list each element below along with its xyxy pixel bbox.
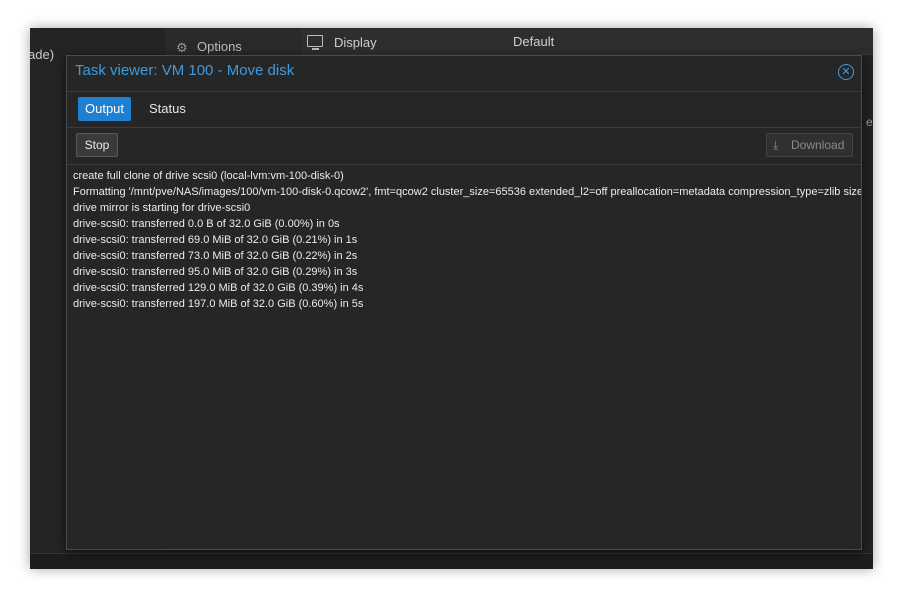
download-button[interactable]: ⤓ Download — [766, 133, 853, 157]
window-title: Task viewer: VM 100 - Move disk — [75, 62, 295, 79]
monitor-icon-stand — [312, 48, 319, 50]
background-display-value: Default — [513, 34, 555, 49]
toolbar: Stop ⤓ Download — [67, 127, 861, 165]
log-line: drive-scsi0: transferred 197.0 MiB of 32… — [73, 298, 364, 310]
log-line: drive-scsi0: transferred 129.0 MiB of 32… — [73, 282, 364, 294]
log-line: Formatting '/mnt/pve/NAS/images/100/vm-1… — [73, 186, 861, 198]
background-edge-text: e — [866, 115, 873, 129]
tab-bar: Output Status — [67, 91, 861, 128]
background-sidebar-text: ade) — [30, 47, 55, 62]
close-icon[interactable]: ✕ — [838, 64, 854, 80]
background-display-row — [301, 28, 873, 55]
tab-output[interactable]: Output — [78, 97, 132, 121]
log-line: drive-scsi0: transferred 73.0 MiB of 32.… — [73, 250, 358, 262]
monitor-icon — [307, 35, 323, 47]
log-line: drive mirror is starting for drive-scsi0 — [73, 202, 251, 214]
task-viewer-window: Task viewer: VM 100 - Move disk ✕ Output… — [66, 55, 862, 550]
stop-button[interactable]: Stop — [76, 133, 118, 157]
download-button-label: Download — [791, 138, 845, 152]
background-options-label: Options — [197, 39, 242, 54]
window-header: Task viewer: VM 100 - Move disk ✕ — [67, 56, 861, 92]
screen: ade) ⚙ Options Display Default e Task vi… — [30, 28, 873, 569]
background-bottom-bar — [30, 553, 873, 569]
log-line: drive-scsi0: transferred 69.0 MiB of 32.… — [73, 234, 358, 246]
output-log[interactable]: create full clone of drive scsi0 (local-… — [67, 165, 861, 549]
log-line: drive-scsi0: transferred 0.0 B of 32.0 G… — [73, 218, 340, 230]
gear-icon: ⚙ — [176, 40, 188, 55]
log-line: drive-scsi0: transferred 95.0 MiB of 32.… — [73, 266, 358, 278]
tab-status[interactable]: Status — [142, 97, 193, 121]
background-display-label: Display — [334, 35, 377, 50]
log-line: create full clone of drive scsi0 (local-… — [73, 170, 344, 182]
download-icon: ⤓ — [773, 138, 779, 152]
